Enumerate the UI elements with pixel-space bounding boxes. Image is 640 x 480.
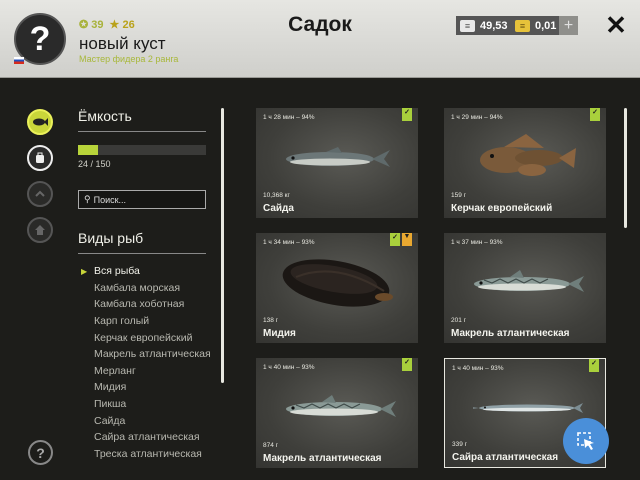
add-funds-button[interactable]: + — [559, 16, 578, 35]
gold-balance: ≡ 0,01 — [511, 16, 563, 35]
fish-name: Макрель атлантическая — [263, 453, 382, 464]
help-button[interactable]: ? — [28, 440, 53, 465]
rank-up-icon[interactable] — [27, 181, 53, 207]
species-item[interactable]: Треска атлантическая — [80, 446, 215, 463]
capacity-label: Ёмкость — [78, 108, 132, 124]
fish-name: Мидия — [263, 328, 296, 339]
species-scrollbar[interactable] — [221, 108, 224, 383]
capacity-bar — [78, 145, 206, 155]
species-list: Вся рыбаКамбала морскаяКамбала хоботнаяК… — [80, 263, 215, 462]
fish-card[interactable]: 1 ч 34 мин – 93% 138 г Мидия ✓ ▼ — [256, 233, 418, 343]
species-item[interactable]: Камбала хоботная — [80, 296, 215, 313]
gold-amount: 0,01 — [535, 19, 557, 32]
species-item[interactable]: Мерланг — [80, 363, 215, 380]
fish-card[interactable]: 1 ч 40 мин – 93% 874 г Макрель атлантическ… — [256, 358, 418, 468]
check-badge-icon: ✓ — [590, 108, 600, 121]
catch-time: 1 ч 29 мин – 94% — [451, 114, 503, 121]
species-item[interactable]: Сайда — [80, 412, 215, 429]
silver-coins-icon: ≡ — [460, 19, 475, 32]
species-item[interactable]: Мидия — [80, 379, 215, 396]
species-item[interactable]: Вся рыба — [80, 263, 215, 280]
catch-time: 1 ч 40 мин – 93% — [263, 364, 315, 371]
cursor-mode-button[interactable] — [563, 418, 609, 464]
check-badge-icon: ✓ — [402, 108, 412, 121]
fish-card[interactable]: 1 ч 29 мин – 94% 159 г Керчак европейский ✓ — [444, 108, 606, 218]
star-icon: ★ — [109, 19, 120, 31]
species-item[interactable]: Камбала морская — [80, 280, 215, 297]
chevron-up-icon — [35, 190, 45, 197]
fish-card[interactable]: 1 ч 28 мин – 94% 10,368 кг Сайда ✓ — [256, 108, 418, 218]
fish-keepnet-icon[interactable] — [27, 109, 53, 135]
home-icon[interactable] — [27, 217, 53, 243]
star-stat: ★ 26 — [110, 18, 135, 31]
fish-name: Сайра атлантическая — [452, 452, 559, 463]
gold-coins-icon: ≡ — [515, 19, 530, 32]
search-box[interactable]: ⚲ — [78, 190, 206, 209]
divider — [78, 131, 206, 132]
ribbon-badge-icon: ▼ — [402, 233, 412, 246]
house-icon — [35, 225, 45, 235]
catch-time: 1 ч 28 мин – 94% — [263, 114, 315, 121]
top-bar: ? ✪ 39 ★ 26 новый куст Мастер фидера 2 р… — [0, 0, 640, 78]
capacity-bar-fill — [78, 145, 99, 155]
divider — [78, 253, 206, 254]
search-input[interactable] — [93, 194, 199, 205]
fish-weight: 201 г — [451, 317, 467, 324]
star-count: 26 — [122, 19, 135, 31]
silver-balance: ≡ 49,53 — [456, 16, 514, 35]
check-badge-icon: ✓ — [589, 359, 599, 372]
check-badge-icon: ✓ — [402, 358, 412, 371]
fish-weight: 10,368 кг — [263, 192, 290, 199]
fish-weight: 874 г — [263, 442, 279, 449]
fish-weight: 138 г — [263, 317, 279, 324]
player-stats: ✪ 39 ★ 26 — [79, 18, 135, 31]
species-item[interactable]: Керчак европейский — [80, 329, 215, 346]
fish-weight: 339 г — [452, 441, 468, 448]
catch-time: 1 ч 34 мин – 93% — [263, 239, 315, 246]
capacity-count: 24 / 150 — [78, 159, 111, 169]
bag-icon[interactable] — [27, 145, 53, 171]
fish-weight: 159 г — [451, 192, 467, 199]
fish-name: Керчак европейский — [451, 203, 553, 214]
species-item[interactable]: Пикша — [80, 396, 215, 413]
coin-stat: ✪ 39 — [79, 18, 104, 31]
catch-time: 1 ч 40 мин – 93% — [452, 365, 504, 372]
species-item[interactable]: Карп голый — [80, 313, 215, 330]
fish-name: Макрель атлантическая — [451, 328, 570, 339]
species-item[interactable]: Макрель атлантическая — [80, 346, 215, 363]
pointer-icon — [577, 432, 594, 450]
close-button[interactable]: ✕ — [603, 10, 629, 40]
fish-card[interactable]: 1 ч 37 мин – 93% 201 г Макрель атлантическ… — [444, 233, 606, 343]
backpack-icon — [36, 152, 44, 163]
coin-count: 39 — [91, 19, 104, 31]
russia-flag-icon — [14, 57, 24, 64]
fish-icon — [33, 118, 48, 126]
check-badge-icon: ✓ — [390, 233, 400, 246]
fish-name: Сайда — [263, 203, 294, 214]
catch-time: 1 ч 37 мин – 93% — [451, 239, 503, 246]
search-icon: ⚲ — [84, 194, 91, 204]
player-name: новый куст — [79, 34, 166, 53]
species-title: Виды рыб — [78, 230, 144, 246]
species-item[interactable]: Сайра атлантическая — [80, 429, 215, 446]
grid-scrollbar[interactable] — [624, 108, 627, 228]
player-rank: Мастер фидера 2 ранга — [79, 54, 179, 64]
silver-amount: 49,53 — [480, 19, 508, 32]
coin-icon: ✪ — [79, 19, 89, 31]
